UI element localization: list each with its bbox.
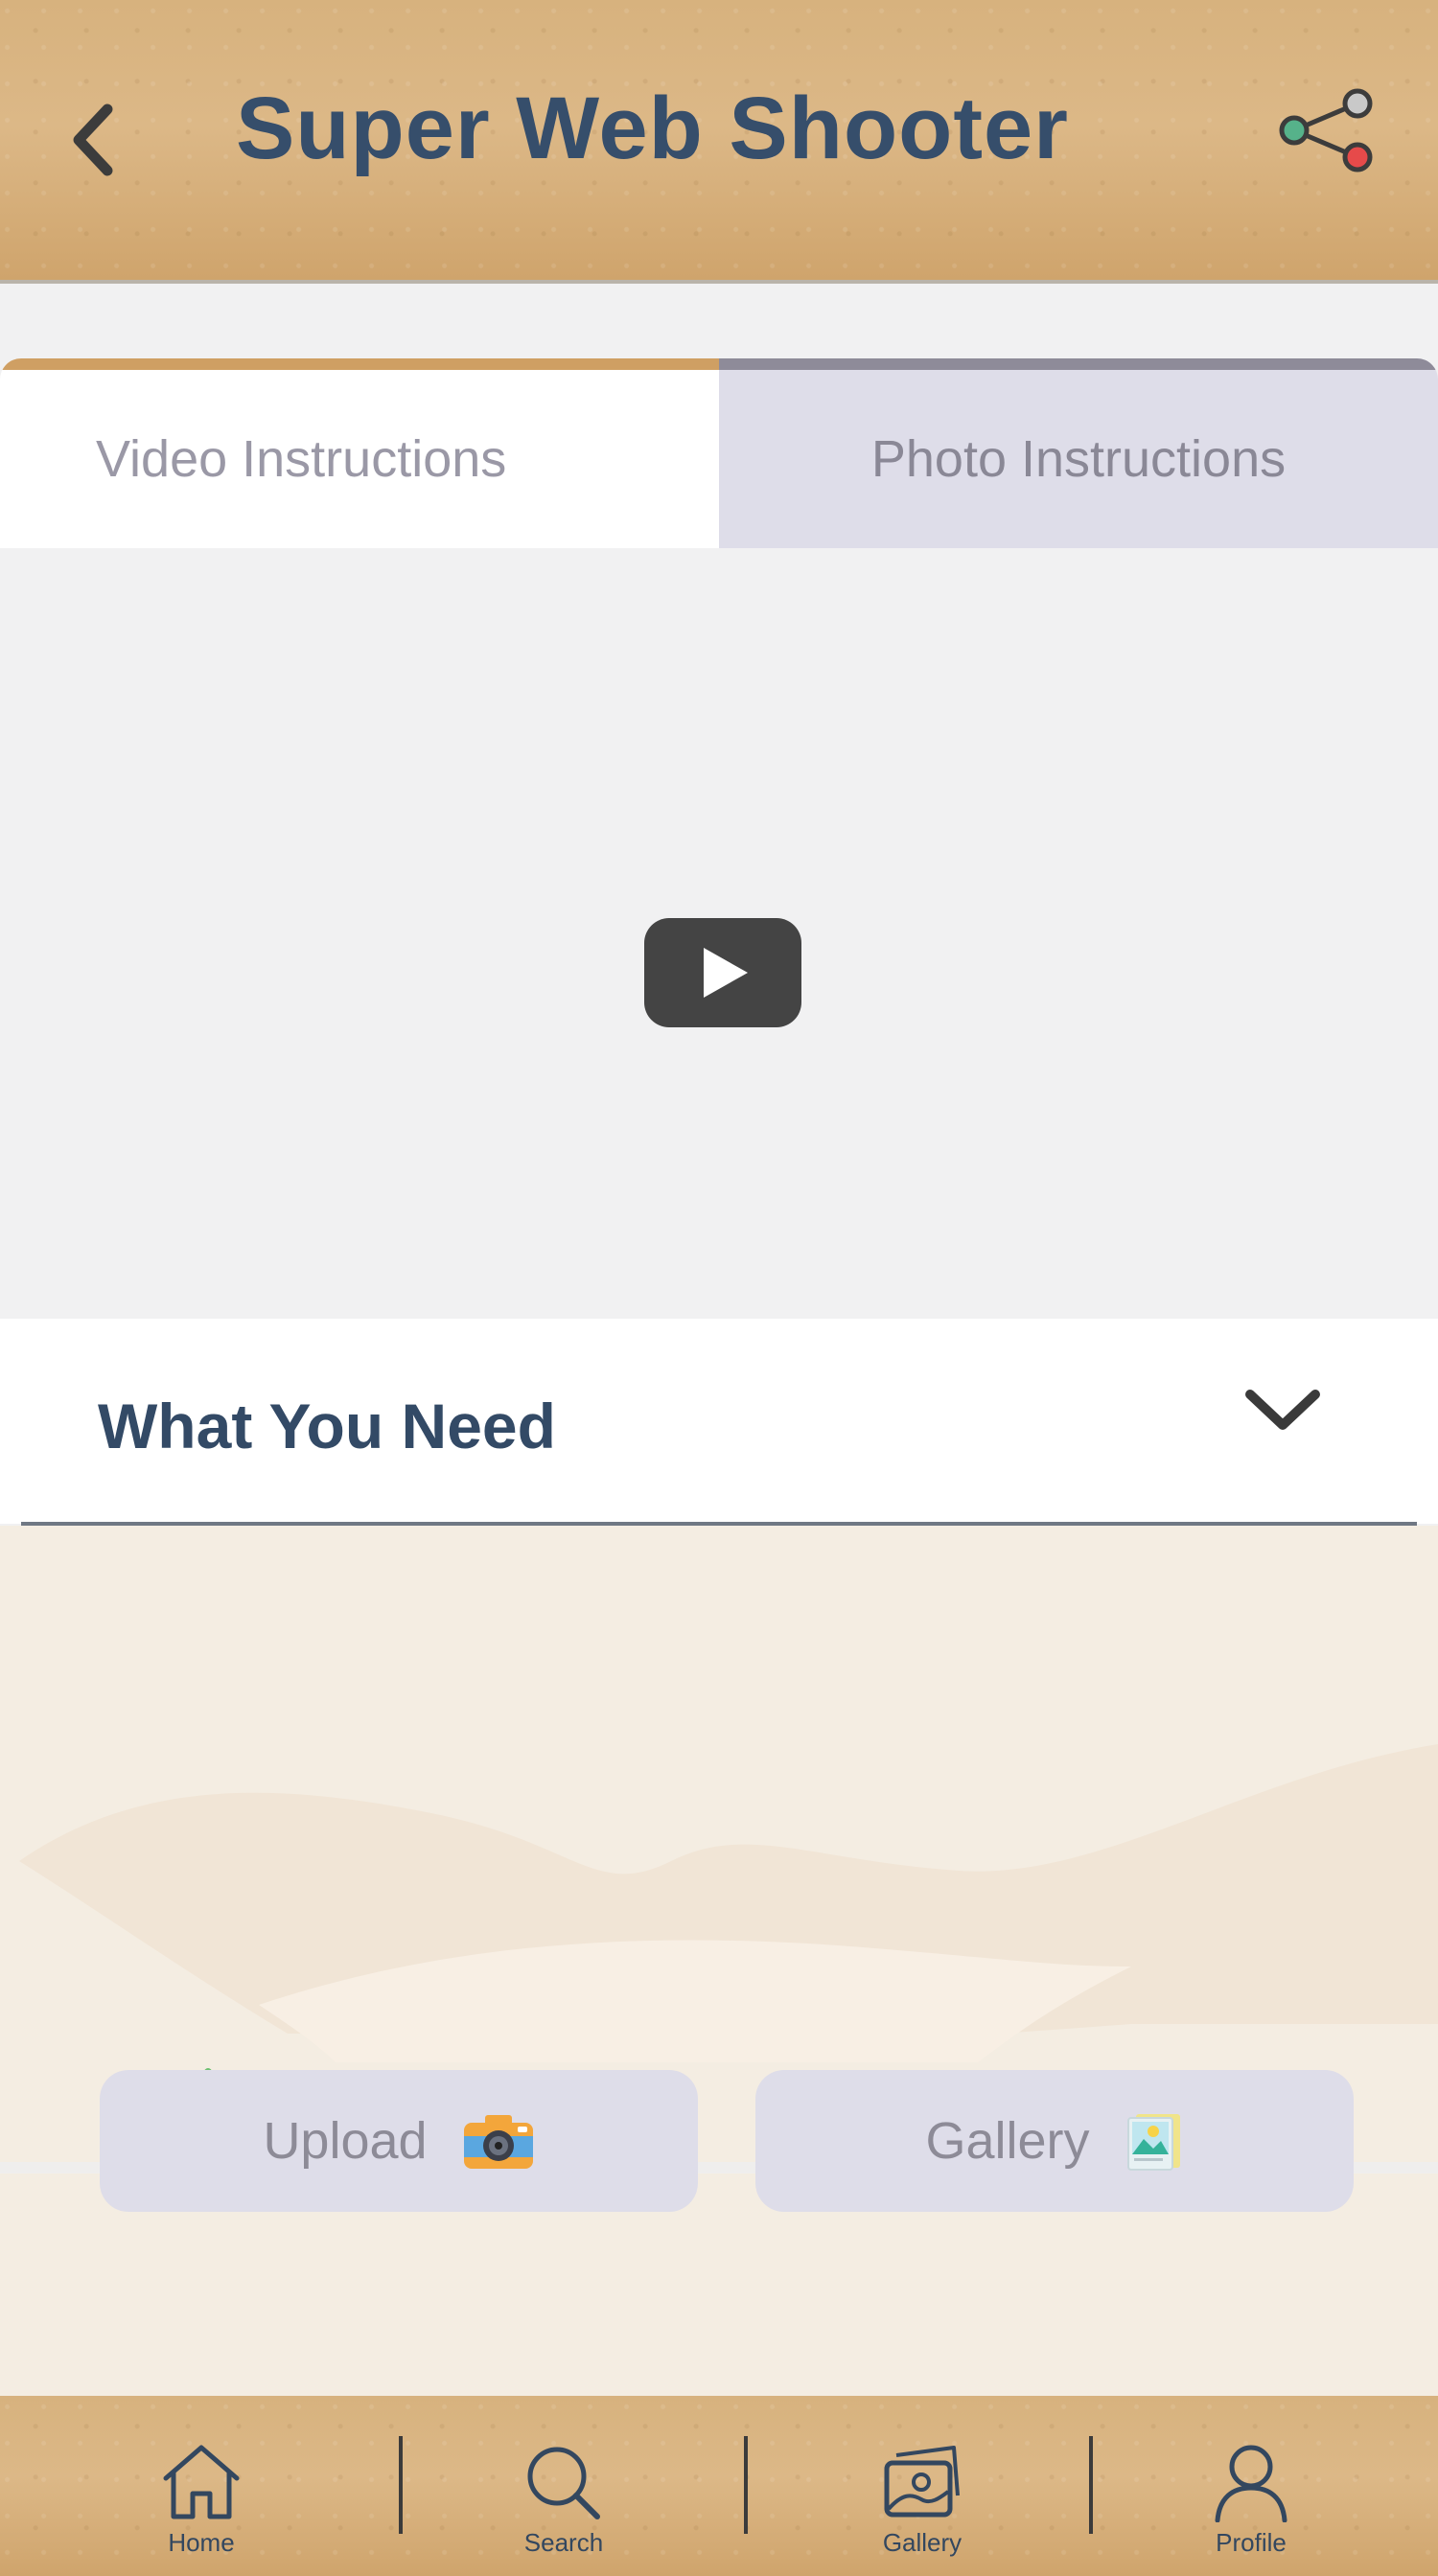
nav-label: Search: [523, 2528, 604, 2557]
nav-label: Gallery: [882, 2528, 963, 2557]
tab-label: Video Instructions: [96, 430, 507, 488]
gallery-button[interactable]: Gallery: [755, 2070, 1354, 2212]
gallery-label: Gallery: [925, 2112, 1090, 2170]
nav-profile[interactable]: Profile: [1146, 2396, 1357, 2576]
home-icon: [163, 2445, 240, 2519]
camera-icon: [463, 2115, 533, 2169]
upload-label: Upload: [263, 2112, 428, 2170]
picture-icon: [1126, 2114, 1180, 2171]
nav-gallery[interactable]: Gallery: [817, 2396, 1028, 2576]
nav-separator: [1089, 2436, 1093, 2534]
nav-separator: [399, 2436, 403, 2534]
nav-label: Home: [168, 2528, 235, 2557]
bottom-navigation: Home Search Gallery Profile: [0, 2396, 1438, 2576]
upload-area: Upload Gallery: [0, 1526, 1438, 2396]
share-button[interactable]: [1275, 82, 1380, 178]
what-you-need-section[interactable]: What You Need: [0, 1319, 1438, 1524]
expand-toggle[interactable]: [1237, 1372, 1329, 1449]
nav-search[interactable]: Search: [458, 2396, 669, 2576]
nav-home[interactable]: Home: [96, 2396, 307, 2576]
gallery-icon: [884, 2446, 960, 2518]
play-icon: [704, 948, 748, 998]
profile-icon: [1215, 2445, 1287, 2522]
search-icon: [527, 2447, 600, 2519]
chevron-left-icon: [73, 104, 113, 176]
section-title: What You Need: [98, 1391, 556, 1461]
share-icon: [1279, 88, 1373, 172]
tab-video-instructions[interactable]: Video Instructions: [0, 358, 719, 548]
upload-button[interactable]: Upload: [100, 2070, 698, 2212]
page-title: Super Web Shooter: [236, 80, 1069, 177]
app-header: Super Web Shooter: [0, 0, 1438, 284]
chevron-down-icon: [1245, 1390, 1320, 1430]
nav-label: Profile: [1216, 2528, 1287, 2557]
instruction-tabs: Video Instructions Photo Instructions: [0, 358, 1438, 548]
tab-photo-instructions[interactable]: Photo Instructions: [719, 358, 1438, 548]
video-player[interactable]: [0, 548, 1438, 1319]
tab-label: Photo Instructions: [870, 430, 1287, 488]
nav-separator: [744, 2436, 748, 2534]
back-button[interactable]: [59, 92, 127, 188]
play-button[interactable]: [644, 918, 801, 1027]
